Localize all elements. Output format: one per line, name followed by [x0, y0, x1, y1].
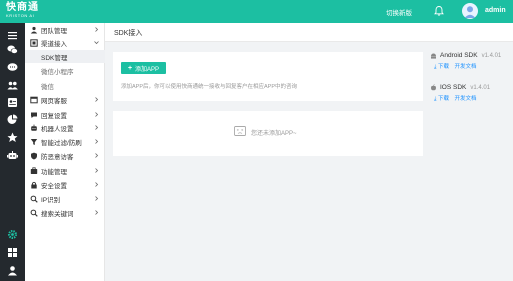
chevron-right-icon: [93, 167, 100, 174]
android-icon: [430, 52, 437, 59]
team-icon: [30, 26, 38, 34]
chevron-right-icon: [93, 26, 100, 33]
sdk-name: Android SDK: [440, 52, 478, 59]
scrollbar[interactable]: [507, 42, 513, 281]
menu-label: 渠道接入: [41, 41, 67, 48]
robot-icon[interactable]: [6, 149, 19, 162]
user-icon[interactable]: [6, 264, 19, 277]
page-title: SDK接入: [114, 30, 143, 37]
submenu-miniprogram[interactable]: 微信小程序: [25, 64, 105, 77]
sdk-version: v1.4.01: [470, 84, 491, 91]
sdk-links: ⤓ 下载 开发文档: [434, 62, 481, 71]
chat-icon[interactable]: [6, 43, 19, 56]
brand-logo[interactable]: 快商通 KRISTON AI: [6, 2, 52, 20]
pie-chart-icon[interactable]: [6, 113, 19, 126]
plus-icon: +: [127, 64, 133, 72]
menu-item-keywords[interactable]: 搜索关键词: [25, 207, 105, 219]
chevron-right-icon: [93, 195, 100, 202]
comment-icon[interactable]: [6, 61, 19, 74]
menu-label: 机器人设置: [41, 126, 74, 133]
submenu-wechat[interactable]: 微信: [25, 79, 105, 92]
menu-label: 团队管理: [41, 28, 67, 35]
sdk-title: IOS SDK v1.4.01: [430, 84, 490, 91]
switch-version-link[interactable]: 切换新版: [386, 7, 412, 17]
ip-search-icon: [30, 195, 38, 203]
icon-rail: [0, 23, 25, 281]
settings-menu: 团队管理 渠道接入 SDK管理 微信小程序 微信 网页客服 回复设置 机器人设置…: [25, 23, 105, 281]
menu-label: 搜索关键词: [41, 211, 74, 218]
menu-label: IP识别: [41, 197, 61, 204]
download-label: 下载: [437, 64, 449, 70]
lock-icon: [30, 181, 38, 189]
menu-item-filter[interactable]: 智能过滤/防刷: [25, 136, 105, 148]
menu-label: 网页客服: [41, 98, 67, 105]
users-icon[interactable]: [6, 79, 19, 92]
menu-item-robot[interactable]: 机器人设置: [25, 122, 105, 134]
docs-link[interactable]: 开发文档: [455, 96, 477, 102]
add-app-card: + 添加APP 添加APP后，你可以使用快商通统一接收与回复客户在相应APP中的…: [113, 52, 423, 101]
add-app-button[interactable]: + 添加APP: [121, 62, 166, 74]
top-header: 快商通 KRISTON AI 切换新版 admin: [0, 0, 513, 23]
star-icon[interactable]: [6, 131, 19, 144]
menu-item-anti-malicious[interactable]: 防恶意访客: [25, 150, 105, 162]
menu-icon[interactable]: [6, 29, 19, 42]
sdk-name: IOS SDK: [440, 84, 467, 91]
submenu-sdk[interactable]: SDK管理: [25, 50, 105, 63]
menu-label: 防恶意访客: [41, 154, 74, 161]
logo-subtext: KRISTON AI: [6, 13, 35, 18]
bell-icon[interactable]: [433, 5, 445, 17]
sdk-title: Android SDK v1.4.01: [430, 52, 501, 59]
docs-link[interactable]: 开发文档: [455, 64, 477, 70]
chevron-right-icon: [93, 209, 100, 216]
add-app-hint: 添加APP后，你可以使用快商通统一接收与回复客户在相应APP中的咨询: [121, 84, 298, 90]
username[interactable]: admin: [485, 7, 506, 14]
channel-icon: [30, 39, 38, 47]
empty-state-text: 您还未添加APP~: [251, 131, 297, 137]
contact-card-icon[interactable]: [6, 96, 19, 109]
menu-item-web[interactable]: 网页客服: [25, 94, 105, 106]
download-link[interactable]: ⤓ 下载: [434, 96, 449, 102]
logo-text: 快商通: [6, 2, 39, 13]
menu-item-team[interactable]: 团队管理: [25, 24, 105, 36]
chevron-right-icon: [93, 152, 100, 159]
page-title-bar: SDK接入: [105, 23, 513, 42]
sdk-links: ⤓ 下载 开发文档: [434, 94, 481, 103]
filter-icon: [30, 138, 38, 146]
robot-icon: [30, 124, 38, 132]
menu-item-reply[interactable]: 回复设置: [25, 109, 105, 121]
download-link[interactable]: ⤓ 下载: [434, 64, 449, 70]
download-label: 下载: [437, 96, 449, 102]
menu-item-security[interactable]: 安全设置: [25, 179, 105, 191]
chevron-right-icon: [93, 181, 100, 188]
chevron-down-icon: [93, 39, 100, 46]
chevron-right-icon: [93, 138, 100, 145]
apple-icon: [430, 84, 437, 91]
web-icon: [30, 96, 38, 104]
chevron-right-icon: [93, 111, 100, 118]
menu-label: 安全设置: [41, 183, 67, 190]
function-icon: [30, 167, 38, 175]
sdk-version: v1.4.01: [481, 52, 502, 59]
app-list-empty-card: 您还未添加APP~: [113, 111, 423, 156]
apps-icon[interactable]: [6, 246, 19, 259]
chevron-right-icon: [93, 124, 100, 131]
chevron-right-icon: [93, 96, 100, 103]
menu-item-function[interactable]: 功能管理: [25, 165, 105, 177]
empty-box-icon: [233, 124, 247, 138]
settings-icon[interactable]: [6, 228, 19, 241]
search-icon: [30, 209, 38, 217]
menu-label: 智能过滤/防刷: [41, 140, 82, 147]
menu-item-ip[interactable]: IP识别: [25, 193, 105, 205]
menu-label: 回复设置: [41, 113, 67, 120]
add-app-label: 添加APP: [135, 66, 160, 73]
avatar[interactable]: [462, 3, 478, 19]
reply-icon: [30, 111, 38, 119]
menu-item-channel[interactable]: 渠道接入: [25, 37, 105, 49]
menu-label: 功能管理: [41, 169, 67, 176]
shield-icon: [30, 152, 38, 160]
